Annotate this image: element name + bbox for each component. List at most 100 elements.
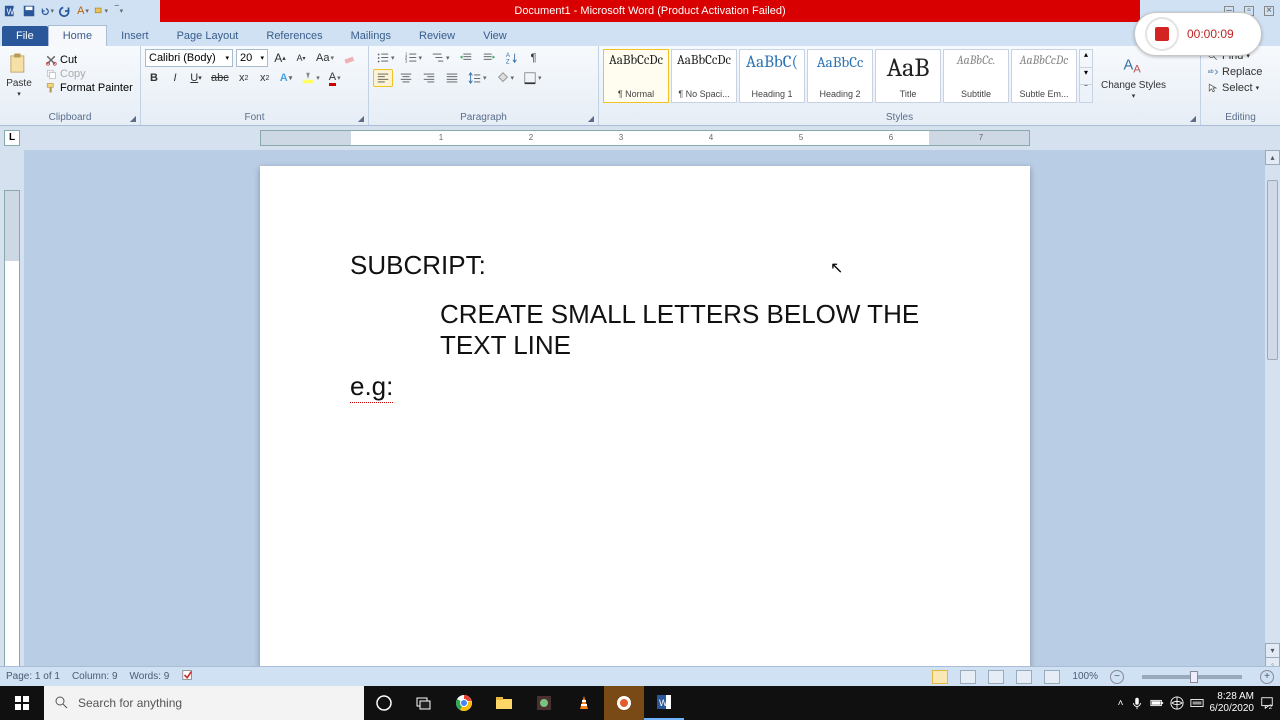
- tab-view[interactable]: View: [469, 26, 521, 46]
- cortana-icon[interactable]: [364, 686, 404, 720]
- format-painter-button[interactable]: Format Painter: [45, 82, 133, 94]
- numbering-button[interactable]: 123: [401, 49, 426, 67]
- close-button[interactable]: ×: [1264, 6, 1274, 16]
- scroll-up-button[interactable]: ▴: [1265, 150, 1280, 165]
- tab-mailings[interactable]: Mailings: [337, 26, 405, 46]
- redo-button[interactable]: [58, 4, 72, 18]
- sort-button[interactable]: AZ: [502, 49, 522, 67]
- font-launcher[interactable]: ◢: [358, 114, 364, 123]
- start-button[interactable]: [0, 686, 44, 720]
- style-subtleem[interactable]: AaBbCcDcSubtle Em...: [1011, 49, 1077, 103]
- horizontal-ruler[interactable]: 1234567: [260, 130, 1030, 146]
- zoom-slider[interactable]: [1142, 675, 1242, 679]
- app-icon-1[interactable]: [524, 686, 564, 720]
- screen-recorder-overlay[interactable]: 00:00:09: [1134, 12, 1262, 56]
- style-normal[interactable]: AaBbCcDc¶ Normal: [603, 49, 669, 103]
- qat-item[interactable]: A: [76, 4, 90, 18]
- bullets-button[interactable]: [373, 49, 398, 67]
- bold-button[interactable]: B: [145, 69, 163, 87]
- status-words[interactable]: Words: 9: [130, 671, 170, 682]
- status-proof-icon[interactable]: [181, 668, 195, 685]
- align-left-button[interactable]: [373, 69, 393, 87]
- save-icon[interactable]: [22, 4, 36, 18]
- tab-home[interactable]: Home: [48, 25, 107, 46]
- status-page[interactable]: Page: 1 of 1: [6, 671, 60, 682]
- strikethrough-button[interactable]: abc: [208, 69, 232, 87]
- tab-references[interactable]: References: [252, 26, 336, 46]
- change-case-button[interactable]: Aa: [313, 49, 337, 67]
- taskbar-search[interactable]: Search for anything: [44, 686, 364, 720]
- tab-insert[interactable]: Insert: [107, 26, 163, 46]
- align-right-button[interactable]: [419, 69, 439, 87]
- superscript-button[interactable]: x2: [256, 69, 274, 87]
- view-draft[interactable]: [1044, 670, 1060, 684]
- increase-indent-button[interactable]: [479, 49, 499, 67]
- tray-battery-icon[interactable]: [1150, 696, 1164, 710]
- shrink-font-button[interactable]: A▾: [292, 49, 310, 67]
- qat-item2[interactable]: [94, 4, 108, 18]
- paragraph-launcher[interactable]: ◢: [588, 114, 594, 123]
- zoom-in-button[interactable]: +: [1260, 670, 1274, 684]
- font-color-button[interactable]: A: [326, 69, 344, 87]
- line-spacing-button[interactable]: [465, 69, 490, 87]
- view-full-screen[interactable]: [960, 670, 976, 684]
- change-styles-button[interactable]: AAChange Styles▾: [1095, 49, 1172, 103]
- subscript-button[interactable]: x2: [235, 69, 253, 87]
- zoom-out-button[interactable]: −: [1110, 670, 1124, 684]
- tab-selector[interactable]: L: [4, 130, 20, 146]
- styles-launcher[interactable]: ◢: [1190, 114, 1196, 123]
- decrease-indent-button[interactable]: [456, 49, 476, 67]
- record-stop-button[interactable]: [1145, 17, 1179, 51]
- vertical-ruler[interactable]: [4, 190, 20, 690]
- view-print-layout[interactable]: [932, 670, 948, 684]
- select-button[interactable]: Select▾: [1205, 81, 1276, 95]
- paste-button[interactable]: Paste ▾: [0, 48, 38, 101]
- undo-button[interactable]: [40, 4, 54, 18]
- tray-wifi-icon[interactable]: [1170, 696, 1184, 710]
- borders-button[interactable]: [520, 69, 545, 87]
- shading-button[interactable]: [493, 69, 518, 87]
- scroll-down-button[interactable]: ▾: [1265, 643, 1280, 658]
- tray-mic-icon[interactable]: [1130, 696, 1144, 710]
- view-outline[interactable]: [1016, 670, 1032, 684]
- font-size-selector[interactable]: 20▾: [236, 49, 268, 67]
- font-name-selector[interactable]: Calibri (Body)▾: [145, 49, 233, 67]
- zoom-thumb[interactable]: [1190, 671, 1198, 683]
- zoom-value[interactable]: 100%: [1072, 671, 1098, 682]
- vlc-icon[interactable]: [564, 686, 604, 720]
- align-center-button[interactable]: [396, 69, 416, 87]
- chrome-icon[interactable]: [444, 686, 484, 720]
- document-page[interactable]: SUBCRIPT: CREATE SMALL LETTERS BELOW THE…: [260, 166, 1030, 676]
- replace-button[interactable]: abReplace: [1205, 65, 1276, 79]
- word-taskbar-icon[interactable]: W: [644, 686, 684, 720]
- style-title[interactable]: AaBTitle: [875, 49, 941, 103]
- view-web-layout[interactable]: [988, 670, 1004, 684]
- tab-pagelayout[interactable]: Page Layout: [163, 26, 253, 46]
- style-nospaci[interactable]: AaBbCcDc¶ No Spaci...: [671, 49, 737, 103]
- tray-clock[interactable]: 8:28 AM 6/20/2020: [1210, 691, 1255, 715]
- tray-notifications-icon[interactable]: 2: [1260, 696, 1274, 710]
- justify-button[interactable]: [442, 69, 462, 87]
- scroll-thumb[interactable]: [1267, 180, 1278, 360]
- file-explorer-icon[interactable]: [484, 686, 524, 720]
- grow-font-button[interactable]: A▴: [271, 49, 289, 67]
- highlight-button[interactable]: [298, 69, 323, 87]
- show-marks-button[interactable]: ¶: [525, 49, 543, 67]
- recorder-taskbar-icon[interactable]: [604, 686, 644, 720]
- qat-customize[interactable]: ‾: [112, 4, 126, 18]
- style-heading2[interactable]: AaBbCcHeading 2: [807, 49, 873, 103]
- copy-button[interactable]: Copy: [45, 68, 133, 80]
- document-content[interactable]: SUBCRIPT: CREATE SMALL LETTERS BELOW THE…: [350, 250, 970, 403]
- tab-file[interactable]: File: [2, 26, 48, 46]
- tray-keyboard-icon[interactable]: [1190, 696, 1204, 710]
- status-column[interactable]: Column: 9: [72, 671, 118, 682]
- clear-formatting-button[interactable]: [340, 49, 360, 67]
- styles-scroll[interactable]: ▴▾‾: [1079, 49, 1093, 103]
- tray-chevron-icon[interactable]: ˄: [1118, 698, 1124, 709]
- style-subtitle[interactable]: AaBbCc.Subtitle: [943, 49, 1009, 103]
- vertical-scrollbar[interactable]: ▴ ▾ ◦ ▿: [1265, 150, 1280, 686]
- multilevel-list-button[interactable]: [428, 49, 453, 67]
- italic-button[interactable]: I: [166, 69, 184, 87]
- style-heading1[interactable]: AaBbC(Heading 1: [739, 49, 805, 103]
- underline-button[interactable]: U▾: [187, 69, 205, 87]
